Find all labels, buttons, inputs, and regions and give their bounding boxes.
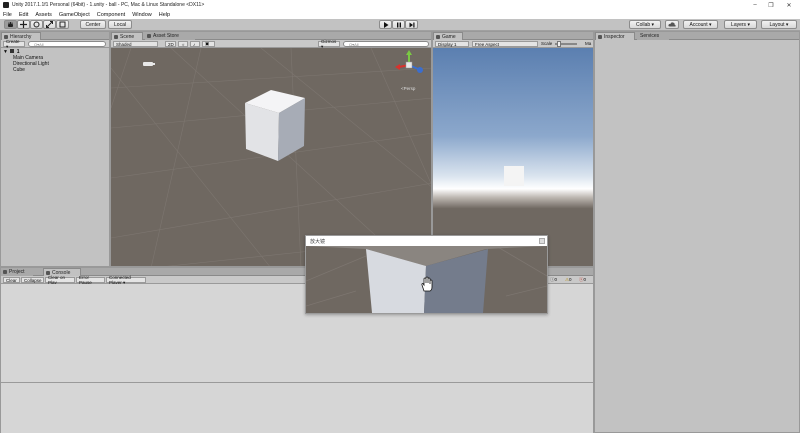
image-icon: ▣ — [205, 41, 210, 46]
rotate-tool-button[interactable] — [30, 20, 43, 29]
magnifier-close-button[interactable] — [539, 238, 545, 244]
aspect-dropdown[interactable]: Free Aspect — [472, 41, 538, 47]
perspective-label[interactable]: <Persp — [401, 86, 415, 91]
orientation-gizmo-icon[interactable] — [391, 50, 427, 82]
pivot-local-toggle[interactable]: Local — [108, 20, 132, 29]
inspector-panel: Inspector Services — [594, 31, 800, 433]
tab-services[interactable]: Services — [637, 32, 669, 40]
game-cube-object — [504, 166, 524, 186]
menu-help[interactable]: Help — [159, 12, 170, 18]
magnifier-view — [306, 246, 547, 313]
gizmos-dropdown[interactable]: Gizmos ▾ — [318, 39, 340, 49]
menu-file[interactable]: File — [3, 12, 12, 18]
shading-mode-dropdown[interactable]: Shaded — [113, 41, 158, 47]
magnifier-titlebar[interactable]: 放大镜 — [306, 236, 547, 246]
account-dropdown[interactable]: Account ▾ — [683, 20, 718, 29]
rotate-icon — [33, 21, 40, 28]
tab-inspector[interactable]: Inspector — [595, 32, 635, 40]
menu-window[interactable]: Window — [132, 12, 152, 18]
step-button[interactable] — [405, 20, 418, 29]
sun-icon: ☼ — [181, 41, 186, 47]
collab-dropdown[interactable]: Collab ▾ — [629, 20, 661, 29]
window-title: Unity 2017.1.1f1 Personal (64bit) - 1.un… — [12, 2, 205, 8]
clear-button[interactable]: Clear — [3, 277, 20, 283]
speaker-icon: ♪ — [193, 41, 196, 47]
hand-tool-button[interactable] — [4, 20, 17, 29]
cube-object — [245, 90, 305, 161]
step-icon — [409, 22, 414, 27]
magnifier-window[interactable]: 放大镜 — [305, 235, 548, 314]
lighting-toggle[interactable]: ☼ — [178, 41, 188, 47]
hierarchy-panel: Hierarchy Create ▾ Q▾All ▼ 1 Main Camera… — [0, 31, 110, 267]
menu-assets[interactable]: Assets — [35, 12, 52, 18]
scale-label: Scale — [541, 41, 553, 46]
move-icon — [20, 21, 27, 28]
tab-asset-store[interactable]: Asset Store — [145, 32, 195, 40]
hierarchy-item-cube[interactable]: Cube — [13, 67, 25, 73]
scale-icon — [46, 21, 53, 28]
pivot-center-toggle[interactable]: Center — [80, 20, 106, 29]
expand-arrow-icon: ▼ — [3, 49, 8, 55]
play-button[interactable] — [379, 20, 392, 29]
tab-project[interactable]: Project — [1, 268, 33, 276]
console-detail-area[interactable] — [1, 383, 593, 433]
close-button[interactable]: ✕ — [778, 0, 800, 10]
cloud-button[interactable] — [665, 20, 679, 29]
menu-component[interactable]: Component — [97, 12, 125, 18]
menu-gameobject[interactable]: GameObject — [59, 12, 90, 18]
effects-dropdown[interactable]: ▣ — [202, 41, 215, 47]
unity-logo-icon — [3, 2, 9, 8]
hand-cursor-icon — [421, 276, 433, 292]
scene-search-input[interactable]: Q▾All — [343, 41, 429, 47]
pause-button[interactable] — [392, 20, 405, 29]
clear-on-play-toggle[interactable]: Clear on Play — [45, 275, 75, 285]
display-dropdown[interactable]: Display 1 — [435, 41, 469, 47]
scale-slider-thumb[interactable] — [557, 41, 561, 47]
2d-toggle[interactable]: 2D — [165, 41, 176, 47]
warning-count-toggle[interactable]: ⚠0 — [565, 277, 572, 283]
scene-panel: Scene Asset Store Shaded 2D ☼ ♪ ▣ Gizmos… — [110, 31, 432, 267]
menu-bar: File Edit Assets GameObject Component Wi… — [0, 10, 800, 19]
layout-dropdown[interactable]: Layout ▾ — [761, 20, 797, 29]
pause-icon — [396, 22, 401, 27]
folder-icon — [3, 270, 7, 274]
game-tab-icon — [436, 35, 440, 39]
create-dropdown[interactable]: Create ▾ — [3, 39, 25, 49]
rect-tool-icon — [59, 21, 66, 28]
layers-dropdown[interactable]: Layers ▾ — [724, 20, 757, 29]
menu-edit[interactable]: Edit — [19, 12, 28, 18]
error-count-toggle[interactable]: ⓧ0 — [579, 277, 586, 283]
connected-player-dropdown[interactable]: Connected Player ▾ — [106, 275, 146, 285]
move-tool-button[interactable] — [17, 20, 30, 29]
light-gizmo-icon — [143, 62, 155, 66]
play-icon — [383, 21, 388, 28]
unity-scene-icon — [10, 49, 15, 53]
maximize-on-play-toggle[interactable]: Ma — [585, 41, 591, 46]
audio-toggle[interactable]: ♪ — [190, 41, 200, 47]
info-icon — [598, 35, 602, 39]
collapse-toggle[interactable]: Collapse — [21, 277, 44, 283]
rect-tool-button[interactable] — [56, 20, 69, 29]
scale-tool-button[interactable] — [43, 20, 56, 29]
hand-icon — [8, 21, 13, 27]
main-toolbar: Center Local Collab ▾ Account ▾ Layers ▾… — [0, 19, 800, 31]
tab-scene[interactable]: Scene — [111, 32, 143, 40]
asset-store-icon — [147, 34, 151, 38]
scene-tab-icon — [114, 35, 118, 39]
magnifier-title: 放大镜 — [310, 239, 326, 245]
log-count-toggle[interactable]: ⓘ0 — [550, 277, 557, 283]
error-pause-toggle[interactable]: Error Pause — [76, 275, 105, 285]
hierarchy-search-input[interactable]: Q▾All — [28, 41, 106, 47]
cloud-icon — [668, 22, 676, 27]
game-panel: Game Display 1 Free Aspect Scale Ma — [432, 31, 594, 267]
tab-game[interactable]: Game — [433, 32, 463, 40]
window-titlebar: Unity 2017.1.1f1 Personal (64bit) - 1.un… — [0, 0, 800, 10]
